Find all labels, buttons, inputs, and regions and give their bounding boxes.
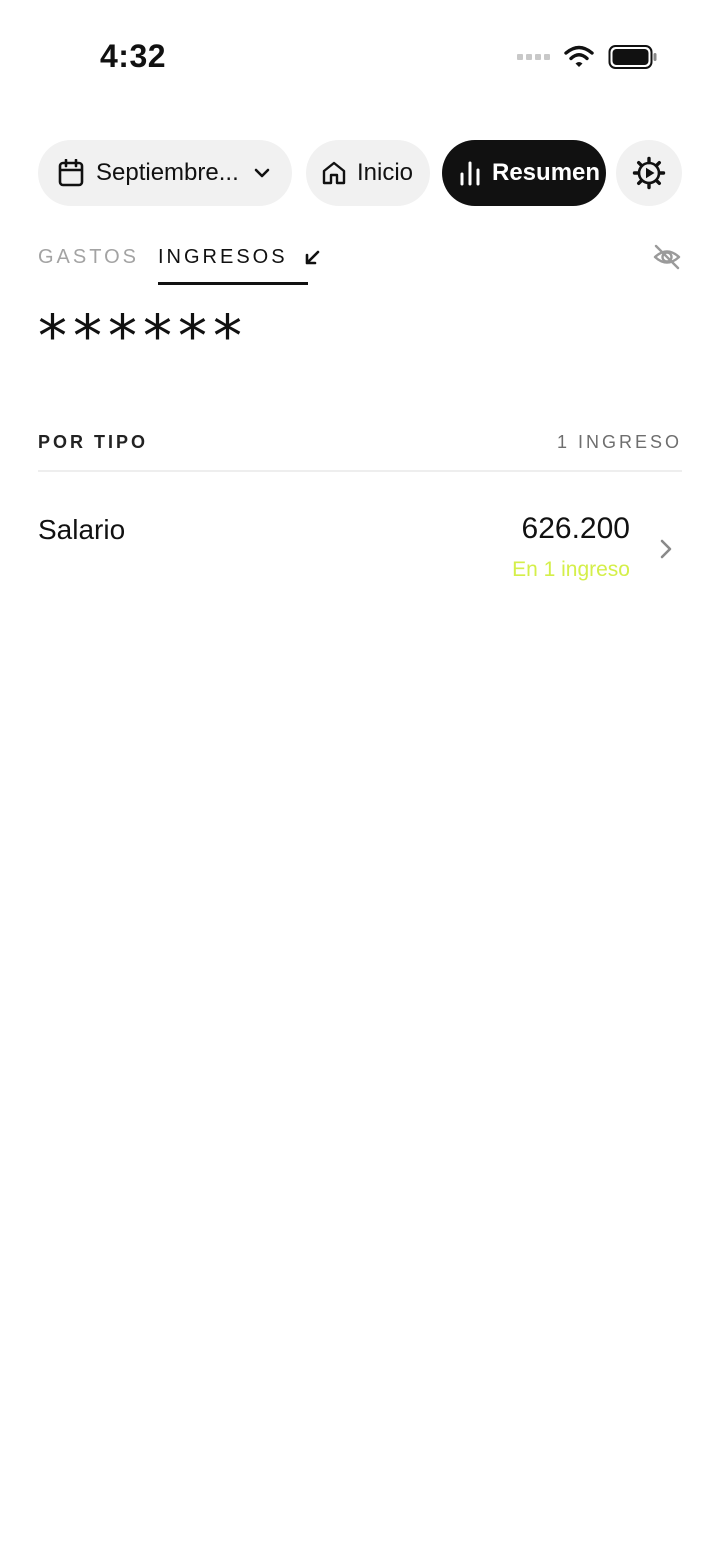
chevron-right-icon	[660, 539, 672, 559]
chevron-down-icon	[254, 168, 270, 178]
category-amount: 626.200	[521, 512, 630, 545]
summary-button[interactable]: Resumen	[442, 140, 606, 206]
arrow-down-left-icon	[305, 250, 319, 264]
toggle-visibility-button[interactable]	[652, 242, 682, 277]
type-tabs: GASTOS INGRESOS	[38, 240, 682, 286]
home-icon	[322, 161, 346, 185]
status-time: 4:32	[100, 38, 167, 74]
month-selector-button[interactable]: Septiembre...	[38, 140, 292, 206]
battery-icon	[608, 45, 657, 69]
home-label: Inicio	[357, 159, 414, 186]
gear-icon	[632, 156, 666, 190]
tab-gastos[interactable]: GASTOS	[38, 246, 139, 269]
home-button[interactable]: Inicio	[306, 140, 430, 206]
section-title: POR TIPO	[38, 432, 149, 452]
eye-off-icon	[653, 244, 681, 270]
list-item[interactable]: Salario 626.200 En 1 ingreso	[38, 500, 682, 600]
category-subtitle: En 1 ingreso	[512, 558, 630, 581]
status-bar: 4:32	[0, 0, 720, 110]
section-count: 1 INGRESO	[556, 432, 682, 452]
status-icons	[517, 44, 658, 70]
cellular-signal-icon	[517, 54, 550, 60]
tab-ingresos[interactable]: INGRESOS	[158, 246, 320, 269]
bar-chart-icon	[460, 161, 480, 186]
top-navigation: Septiembre... Inicio Resumen	[38, 140, 682, 206]
summary-label: Resumen	[492, 159, 601, 186]
month-label: Septiembre...	[96, 159, 239, 186]
calendar-icon	[58, 159, 84, 187]
section-header: POR TIPO 1 INGRESO	[38, 430, 682, 472]
active-tab-indicator	[158, 282, 308, 285]
hidden-total-amount: ******	[38, 302, 248, 370]
wifi-icon	[564, 45, 594, 67]
settings-button[interactable]	[616, 140, 682, 206]
category-name: Salario	[38, 514, 126, 545]
tab-ingresos-label: INGRESOS	[158, 246, 288, 268]
